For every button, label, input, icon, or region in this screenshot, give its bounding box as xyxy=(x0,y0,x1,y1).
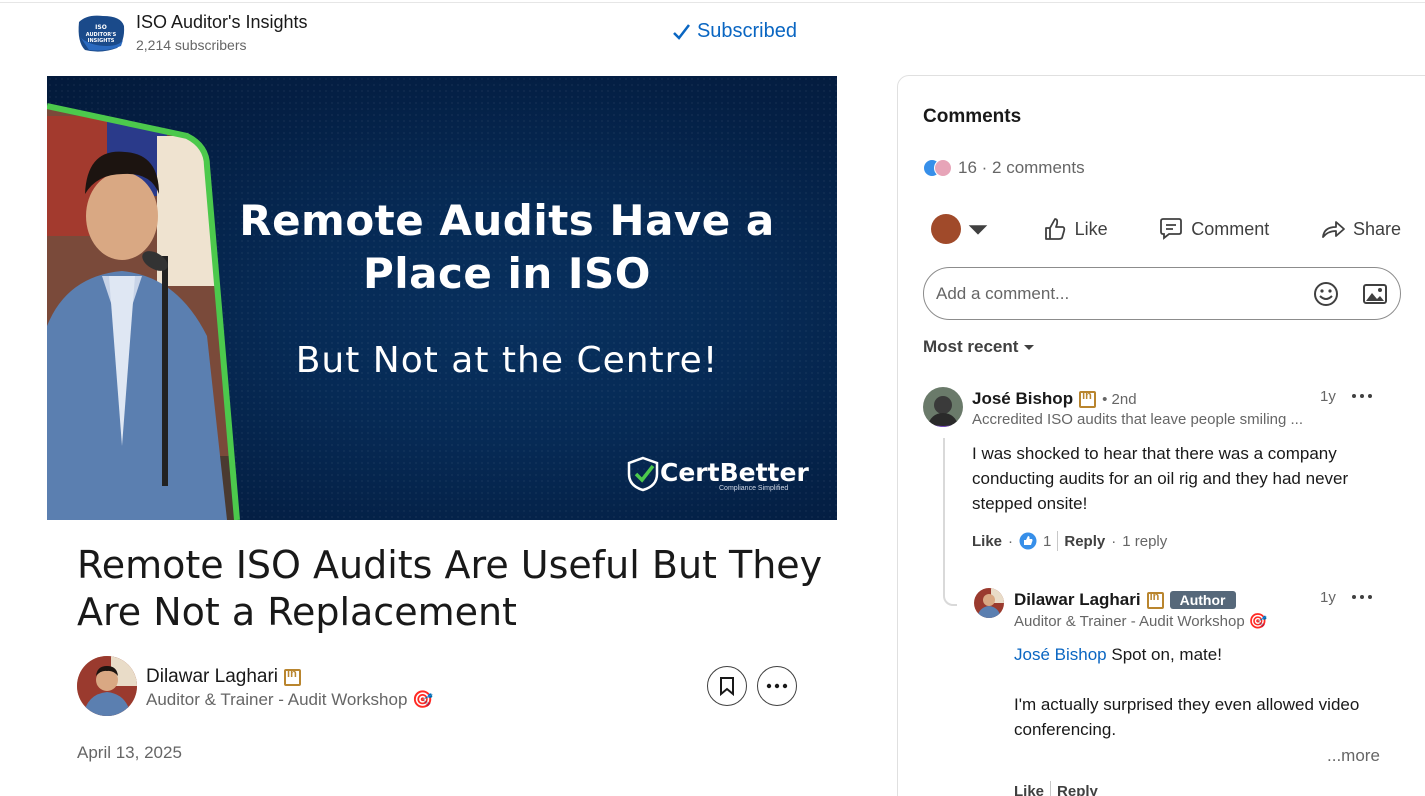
reply-text-2: I'm actually surprised they even allowed… xyxy=(1014,695,1360,739)
commenter-name-row: José Bishop in • 2nd xyxy=(972,389,1137,409)
share-arrow-icon xyxy=(1322,221,1345,238)
reaction-stats[interactable]: 16 · 2 comments xyxy=(923,158,1085,178)
article-cover-image: Remote Audits Have a Place in ISO But No… xyxy=(47,76,837,520)
comment-icon xyxy=(1160,218,1183,240)
commenter-avatar-image xyxy=(923,387,963,427)
replier-avatar[interactable] xyxy=(974,588,1004,618)
reply-text-line-1: José Bishop Spot on, mate! xyxy=(1014,642,1394,667)
reply-timestamp: 1y xyxy=(1320,589,1336,606)
reply-like-button[interactable]: Like xyxy=(1014,783,1044,796)
see-more-link[interactable]: ...more xyxy=(1327,746,1380,766)
author-badge: Author xyxy=(1169,591,1236,609)
linkedin-premium-icon: in xyxy=(1079,390,1097,408)
subscribed-button[interactable]: Subscribed xyxy=(671,20,797,43)
author-avatar[interactable] xyxy=(77,656,137,716)
commenter-headline: Accredited ISO audits that leave people … xyxy=(972,411,1304,428)
comment-options-icon[interactable] xyxy=(1350,391,1374,401)
caret-down-icon xyxy=(1024,345,1035,350)
sort-label: Most recent xyxy=(923,337,1019,356)
reaction-comment-count: 16 · 2 comments xyxy=(958,158,1085,177)
connection-degree: • 2nd xyxy=(1102,390,1137,408)
like-button[interactable]: Like xyxy=(1042,216,1108,242)
newsletter-header: ISO AUDITOR'S INSIGHTS ISO Auditor's Ins… xyxy=(77,8,797,58)
reply-count-link[interactable]: 1 reply xyxy=(1122,533,1167,550)
emoji-icon[interactable] xyxy=(1312,280,1340,308)
comments-panel: Comments 16 · 2 comments Like Comment Sh… xyxy=(897,75,1425,796)
top-divider xyxy=(0,0,1425,3)
newsletter-logo[interactable]: ISO AUDITOR'S INSIGHTS xyxy=(77,12,125,54)
action-divider xyxy=(1050,781,1052,796)
author-avatar-image xyxy=(77,656,137,716)
comment-timestamp: 1y xyxy=(1320,388,1336,405)
replier-name-row: Dilawar Laghari in Author xyxy=(1014,590,1236,610)
support-reaction-icon xyxy=(934,159,952,177)
hero-headline: Remote Audits Have a Place in ISO xyxy=(239,196,775,298)
article-author-row: Dilawar Laghari in Auditor & Trainer - A… xyxy=(77,656,797,716)
sort-comments-dropdown[interactable]: Most recent xyxy=(923,337,1036,357)
comments-heading: Comments xyxy=(923,106,1022,127)
brand-tagline: Compliance Simplified xyxy=(719,485,789,492)
share-label: Share xyxy=(1352,218,1401,239)
comment-box xyxy=(923,267,1401,320)
ellipsis-icon xyxy=(766,683,788,689)
comment-text: I was shocked to hear that there was a c… xyxy=(972,444,1349,513)
author-headline: Auditor & Trainer - Audit Workshop 🎯 xyxy=(146,690,434,709)
linkedin-premium-icon: in xyxy=(1146,591,1164,609)
author-name-row: Dilawar Laghari in xyxy=(146,666,302,688)
linkedin-premium-icon: in xyxy=(284,668,302,686)
separator-dot: · xyxy=(1111,532,1117,550)
replier-headline: Auditor & Trainer - Audit Workshop 🎯 xyxy=(1014,613,1268,630)
hero-subheadline: But Not at the Centre! xyxy=(295,340,719,381)
newsletter-subscriber-count: 2,214 subscribers xyxy=(136,37,247,53)
comment-label: Comment xyxy=(1191,218,1270,239)
subscribed-label: Subscribed xyxy=(696,20,797,42)
comment-like-button[interactable]: Like xyxy=(972,533,1002,550)
reaction-icons xyxy=(923,159,952,177)
article-date: April 13, 2025 xyxy=(77,743,182,762)
replier-avatar-image xyxy=(974,588,1004,618)
reply-actions: Like Reply xyxy=(1014,781,1098,796)
brand-name: CertBetter xyxy=(660,458,809,487)
viewer-avatar xyxy=(931,214,961,244)
commenter-name[interactable]: José Bishop xyxy=(972,389,1073,409)
article-more-button[interactable] xyxy=(757,666,797,706)
comment-actions: Like · 1 Reply · 1 reply xyxy=(972,531,1167,551)
save-article-button[interactable] xyxy=(707,666,747,706)
reply-options-icon[interactable] xyxy=(1350,592,1374,602)
action-divider xyxy=(1057,531,1059,551)
mention-link[interactable]: José Bishop xyxy=(1014,645,1107,664)
bookmark-icon xyxy=(720,677,734,696)
svg-text:INSIGHTS: INSIGHTS xyxy=(88,38,115,44)
comment-reply-button[interactable]: Reply xyxy=(1064,533,1105,550)
social-action-bar: Like Comment Share xyxy=(931,211,1401,247)
reply-reply-button[interactable]: Reply xyxy=(1057,783,1098,796)
shield-check-icon xyxy=(627,456,659,492)
caret-down-icon xyxy=(968,225,988,235)
comment-input[interactable] xyxy=(936,280,1296,308)
replier-name[interactable]: Dilawar Laghari xyxy=(1014,590,1141,610)
image-icon[interactable] xyxy=(1361,280,1389,308)
like-label: Like xyxy=(1074,218,1108,239)
commenter-avatar[interactable] xyxy=(923,387,963,427)
share-button[interactable]: Share xyxy=(1320,216,1401,242)
checkmark-icon xyxy=(673,23,690,40)
reply-thread-line xyxy=(943,438,957,606)
svg-text:ISO: ISO xyxy=(95,24,107,31)
certbetter-logo: CertBetter Compliance Simplified xyxy=(627,456,809,496)
author-name[interactable]: Dilawar Laghari xyxy=(146,666,278,688)
newsletter-title[interactable]: ISO Auditor's Insights xyxy=(136,12,308,33)
comment-button[interactable]: Comment xyxy=(1158,216,1269,242)
like-reaction-icon xyxy=(1019,532,1037,550)
reaction-identity-selector[interactable] xyxy=(931,214,991,244)
comment-reaction-count[interactable]: 1 xyxy=(1043,533,1051,550)
thumbs-up-icon xyxy=(1044,218,1065,240)
article-title: Remote ISO Audits Are Useful But They Ar… xyxy=(77,543,823,634)
reply-text-1: Spot on, mate! xyxy=(1111,645,1222,664)
separator-dot: · xyxy=(1008,532,1014,550)
